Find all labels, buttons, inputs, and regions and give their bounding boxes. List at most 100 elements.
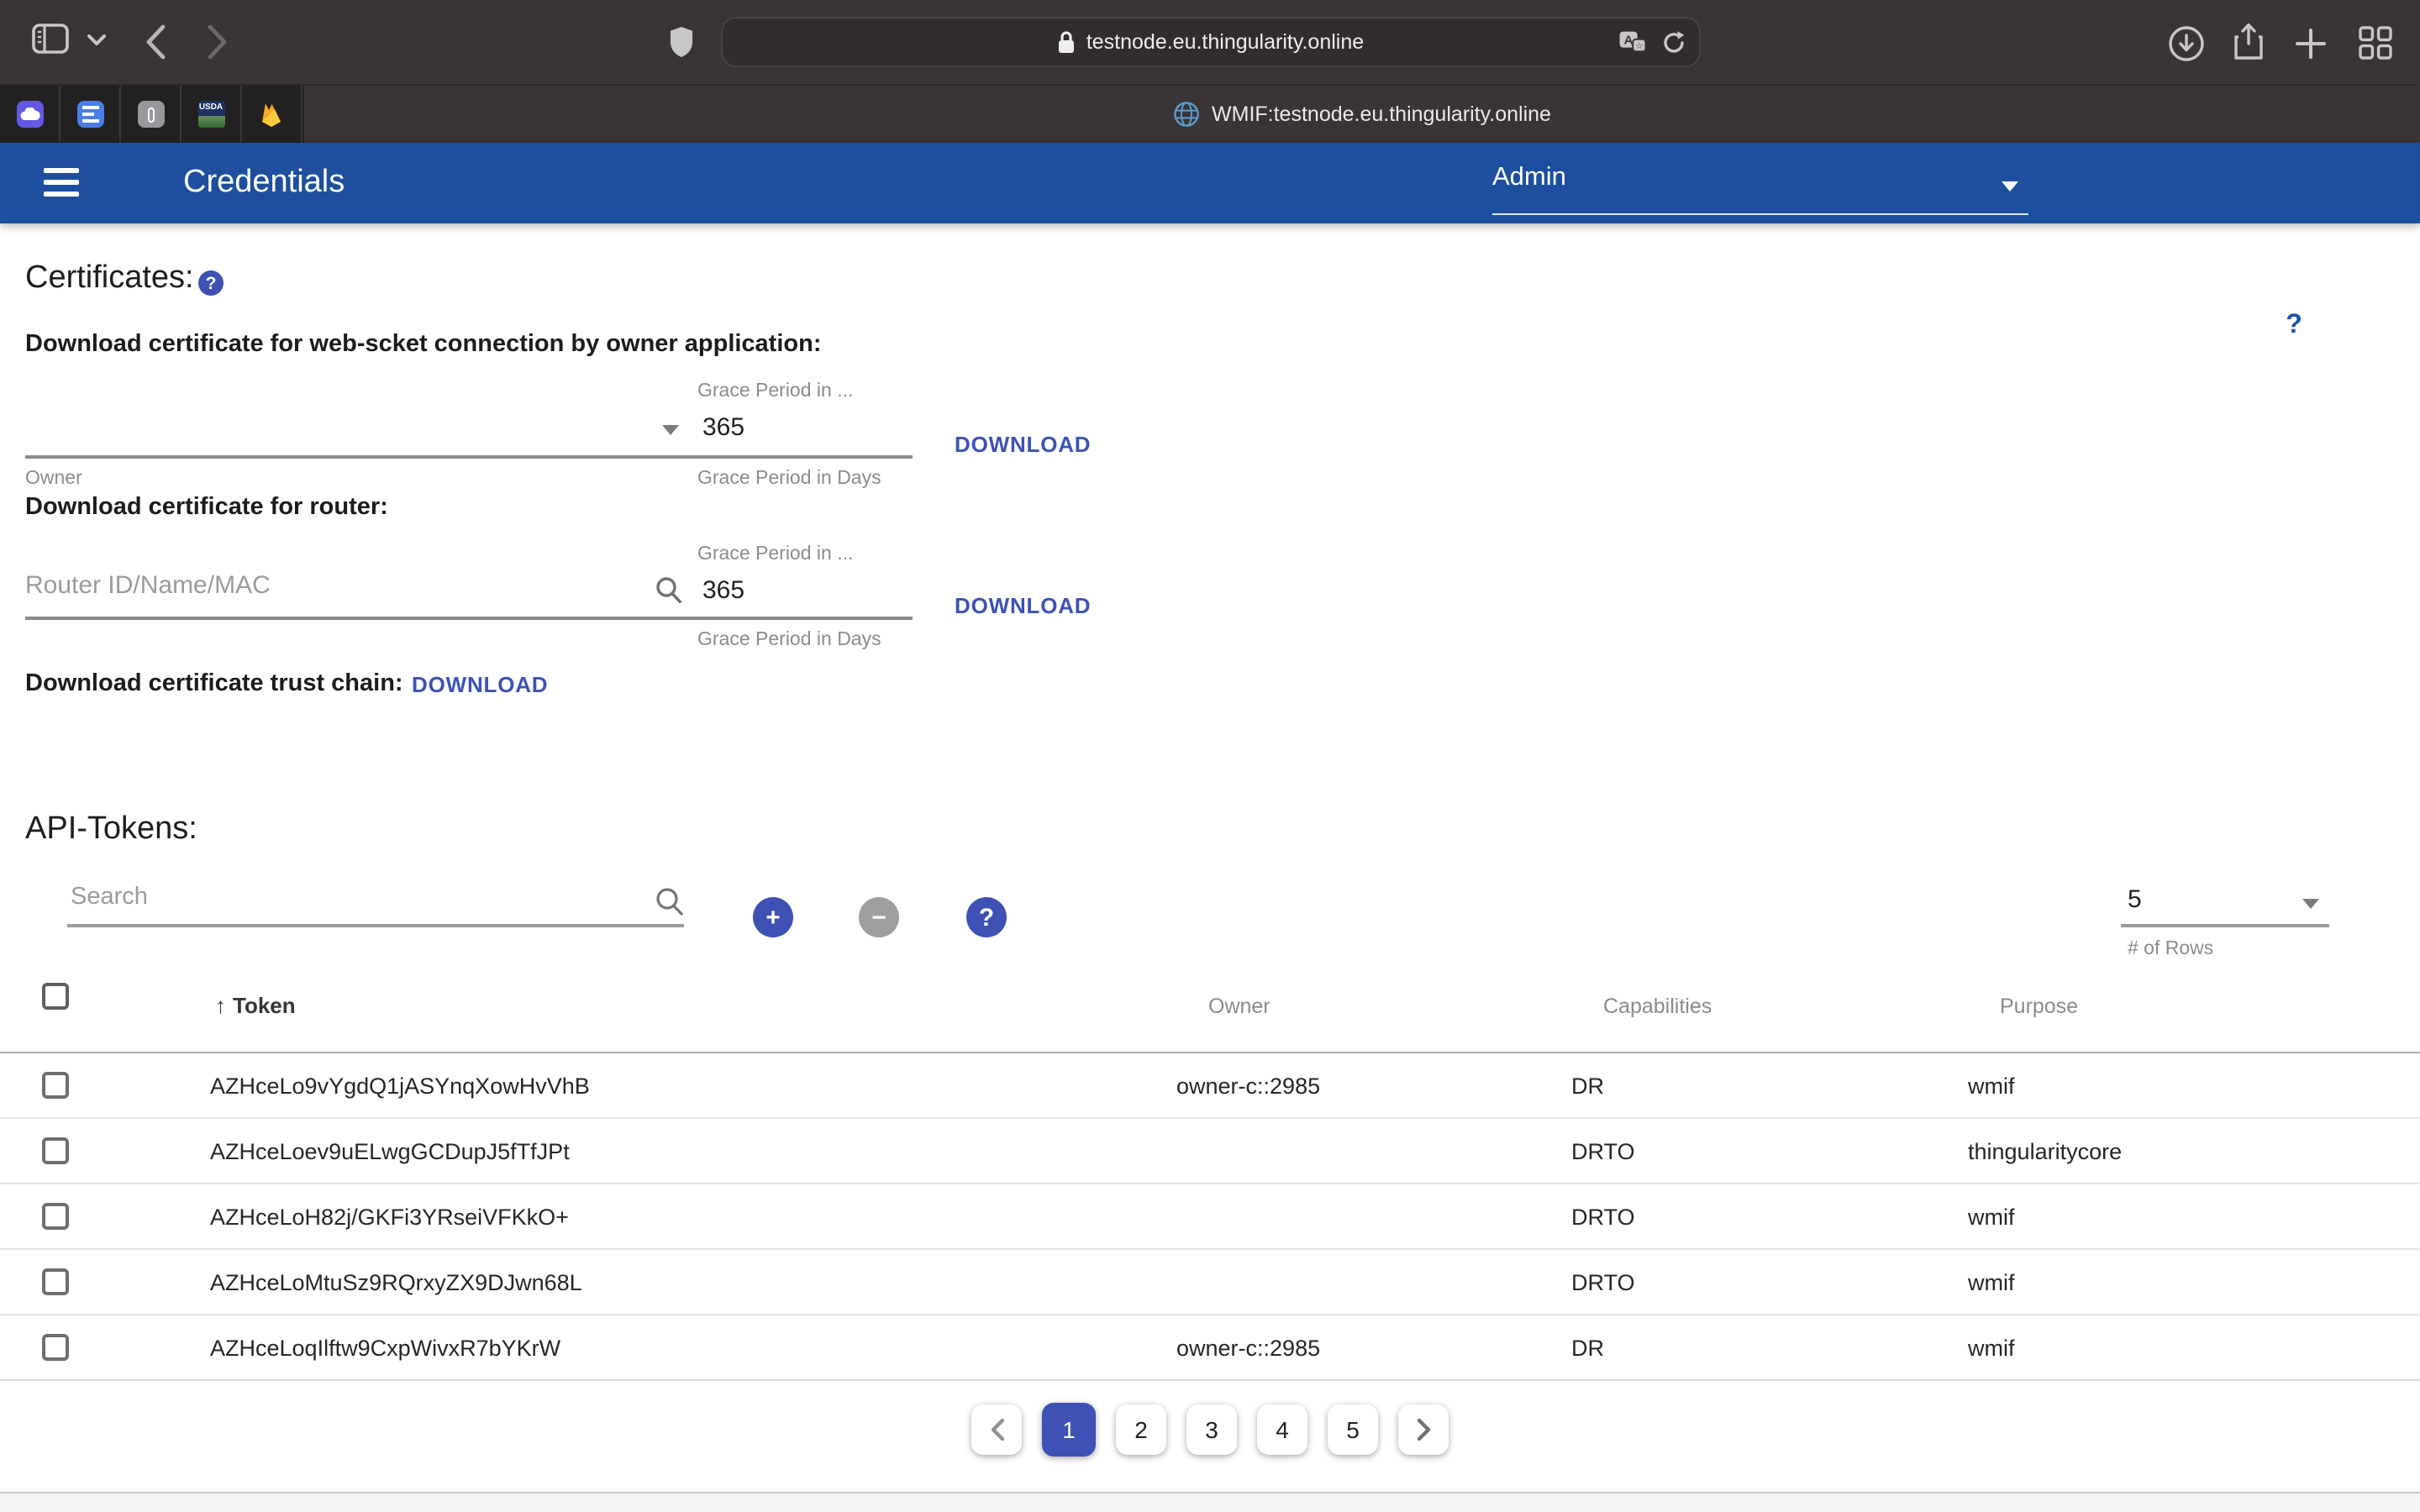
purpose-cell: wmif — [1968, 1074, 2015, 1099]
websocket-cert-label: Download certificate for web-scket conne… — [25, 331, 822, 358]
api-tokens-heading: API-Tokens: — [25, 811, 197, 848]
docs-favicon — [76, 101, 103, 128]
rows-select-arrow-icon — [2302, 899, 2319, 909]
help-button[interactable]: ? — [2269, 301, 2319, 351]
pinned-tab-firebase[interactable] — [242, 86, 302, 143]
cloud-favicon — [16, 101, 43, 128]
row-checkbox[interactable] — [42, 1072, 69, 1099]
capabilities-cell: DR — [1571, 1074, 1604, 1099]
svg-text:☆: ☆ — [1635, 40, 1644, 50]
capabilities-column-header[interactable]: Capabilities — [1603, 995, 1712, 1018]
trust-chain-download-button[interactable]: DOWNLOAD — [412, 672, 548, 697]
router-grace-floating-label: Grace Period in ... — [697, 544, 853, 564]
refresh-button[interactable] — [2092, 301, 2143, 351]
owner-select-arrow-icon — [662, 425, 679, 435]
sidebar-toggle-icon[interactable] — [32, 24, 69, 54]
remove-token-button[interactable]: − — [859, 897, 899, 937]
certificates-heading: Certificates: — [25, 260, 194, 297]
downloads-button[interactable] — [2168, 25, 2205, 62]
gray-favicon — [137, 101, 164, 128]
purpose-cell: wmif — [1968, 1205, 2015, 1230]
trust-chain-label: Download certificate trust chain: — [25, 670, 403, 697]
router-search-icon[interactable] — [655, 576, 682, 612]
table-row[interactable]: AZHceLoev9uELwgGCDupJ5fTfJPt DRTO thingu… — [0, 1119, 2420, 1184]
purpose-column-header[interactable]: Purpose — [2000, 995, 2078, 1018]
tab-overview-button[interactable] — [2358, 25, 2393, 60]
pinned-tab-cloud[interactable] — [0, 86, 60, 143]
page-button-2[interactable]: 2 — [1116, 1404, 1166, 1455]
active-tab[interactable]: WMIF:testnode.eu.thingularity.online — [304, 86, 2420, 143]
pinned-tab-usda[interactable]: USDA — [182, 86, 242, 143]
token-cell: AZHceLo9vYgdQ1jASYnqXowHvVhB — [210, 1074, 590, 1099]
select-all-checkbox[interactable] — [42, 983, 69, 1010]
url-text: testnode.eu.thingularity.online — [1086, 30, 1364, 54]
ws-grace-period-field[interactable]: 365 — [702, 413, 744, 442]
menu-button[interactable] — [44, 168, 79, 197]
router-download-button[interactable]: DOWNLOAD — [955, 593, 1091, 618]
help-icon: ? — [2275, 307, 2313, 345]
table-row[interactable]: AZHceLoqIlftw9CxpWivxR7bYKrW owner-c::29… — [0, 1315, 2420, 1381]
owner-cell: owner-c::2985 — [1176, 1336, 1320, 1361]
row-checkbox[interactable] — [42, 1334, 69, 1361]
row-checkbox[interactable] — [42, 1137, 69, 1164]
router-id-input[interactable] — [25, 571, 630, 600]
ws-grace-bottom-label: Grace Period in Days — [697, 469, 881, 489]
table-row[interactable]: AZHceLo9vYgdQ1jASYnqXowHvVhB owner-c::29… — [0, 1053, 2420, 1119]
table-row[interactable]: AZHceLoH82j/GKFi3YRseiVFKkO+ DRTO wmif — [0, 1184, 2420, 1250]
svg-text:A: A — [1624, 32, 1634, 46]
token-column-sort[interactable]: ↑ Token — [215, 993, 296, 1018]
back-button[interactable] — [145, 24, 166, 60]
page-button-5[interactable]: 5 — [1328, 1404, 1378, 1455]
translate-icon[interactable]: A☆ — [1618, 29, 1647, 55]
lock-icon — [1058, 30, 1076, 54]
tab-strip: USDA WMIF:testnode.eu.thingularity.onlin… — [0, 86, 2420, 143]
rows-per-page-value: 5 — [2128, 885, 2142, 914]
tab-title: WMIF:testnode.eu.thingularity.online — [1212, 102, 1551, 126]
certificates-help-icon[interactable]: ? — [198, 270, 224, 296]
router-row-underline — [25, 617, 913, 619]
tokens-help-button[interactable]: ? — [966, 897, 1007, 937]
capabilities-cell: DRTO — [1571, 1139, 1635, 1164]
add-token-button[interactable]: + — [753, 897, 793, 937]
next-page-button[interactable] — [1398, 1404, 1449, 1455]
pinned-tab-docs[interactable] — [60, 86, 121, 143]
page-button-1[interactable]: 1 — [1042, 1403, 1096, 1457]
purpose-cell: thingularitycore — [1968, 1139, 2122, 1164]
token-cell: AZHceLoH82j/GKFi3YRseiVFKkO+ — [210, 1205, 569, 1230]
page-button-4[interactable]: 4 — [1257, 1404, 1307, 1455]
token-cell: AZHceLoqIlftw9CxpWivxR7bYKrW — [210, 1336, 560, 1361]
forward-button[interactable] — [207, 24, 229, 60]
router-grace-bottom-label: Grace Period in Days — [697, 630, 881, 650]
page-button-3[interactable]: 3 — [1186, 1404, 1237, 1455]
search-icon — [655, 887, 684, 924]
browser-toolbar: testnode.eu.thingularity.online A☆ — [0, 0, 2420, 86]
account-select-value: Admin — [1492, 163, 1566, 192]
prev-page-button[interactable] — [971, 1404, 1022, 1455]
ws-grace-floating-label: Grace Period in ... — [697, 381, 853, 402]
capabilities-cell: DRTO — [1571, 1270, 1635, 1295]
owner-cell: owner-c::2985 — [1176, 1074, 1320, 1099]
table-row[interactable]: AZHceLoMtuSz9RQrxyZX9DJwn68L DRTO wmif — [0, 1250, 2420, 1315]
search-input[interactable] — [71, 884, 625, 911]
sort-asc-icon: ↑ — [215, 993, 226, 1018]
ws-download-button[interactable]: DOWNLOAD — [955, 432, 1091, 457]
router-grace-period-field[interactable]: 365 — [702, 576, 744, 605]
new-tab-button[interactable] — [2294, 27, 2328, 60]
reload-icon[interactable] — [1662, 29, 1686, 55]
address-bar[interactable]: testnode.eu.thingularity.online A☆ — [721, 17, 1701, 67]
owner-column-header[interactable]: Owner — [1208, 995, 1270, 1018]
share-button[interactable] — [2232, 22, 2265, 62]
sidebar-chevron-down-icon[interactable] — [87, 34, 106, 47]
privacy-shield-icon[interactable] — [669, 25, 694, 59]
owner-select[interactable] — [25, 403, 686, 454]
capabilities-cell: DR — [1571, 1336, 1604, 1361]
pinned-tab-gray[interactable] — [121, 86, 182, 143]
capabilities-cell: DRTO — [1571, 1205, 1635, 1230]
row-checkbox[interactable] — [42, 1268, 69, 1295]
chevron-down-icon — [2002, 181, 2018, 192]
account-select[interactable]: Admin — [1492, 163, 2028, 210]
row-checkbox[interactable] — [42, 1203, 69, 1230]
rows-per-page-select[interactable]: 5 — [2121, 880, 2329, 927]
pinned-tabs: USDA — [0, 86, 304, 143]
token-cell: AZHceLoMtuSz9RQrxyZX9DJwn68L — [210, 1270, 582, 1295]
